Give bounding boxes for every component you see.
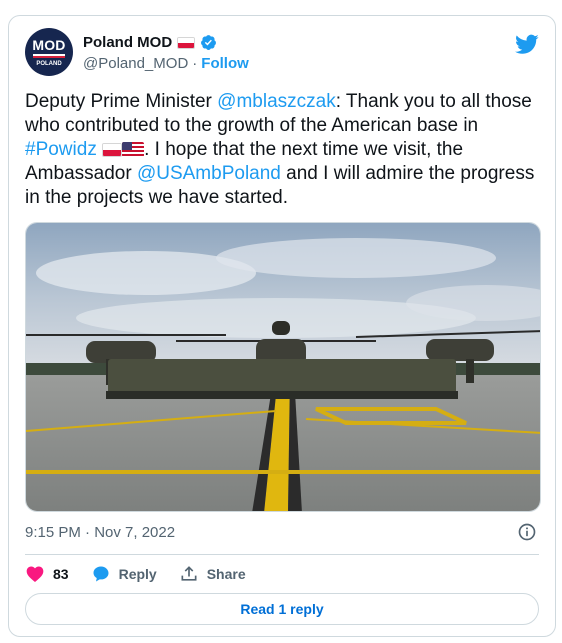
reply-button[interactable]: Reply — [91, 564, 157, 584]
like-count: 83 — [53, 566, 69, 582]
tweet-text: Deputy Prime Minister @mblaszczak: Thank… — [25, 90, 537, 210]
heart-icon — [26, 566, 44, 582]
share-upload-icon — [181, 566, 197, 581]
tweet-card: MOD POLAND Poland MOD @Poland_MOD · Foll… — [8, 15, 556, 637]
author-handle-row: @Poland_MOD · Follow — [83, 55, 249, 72]
hashtag-powidz-link[interactable]: #Powidz — [25, 139, 97, 160]
divider — [25, 554, 539, 555]
reply-label: Reply — [118, 566, 157, 582]
photo-helicopters-on-airfield — [26, 223, 540, 511]
info-icon[interactable] — [517, 522, 537, 542]
share-label: Share — [206, 566, 246, 582]
tweet-timestamp[interactable]: 9:15 PM · Nov 7, 2022 — [25, 524, 175, 541]
avatar[interactable]: MOD POLAND — [25, 28, 73, 76]
poland-flag-icon — [177, 36, 196, 49]
author-handle[interactable]: @Poland_MOD — [83, 55, 188, 72]
action-bar: 83 Reply Share — [25, 562, 268, 586]
share-button[interactable]: Share — [179, 564, 246, 584]
us-flag-emoji-icon — [122, 142, 145, 157]
follow-button[interactable]: Follow — [201, 55, 249, 72]
read-replies-button[interactable]: Read 1 reply — [25, 593, 539, 625]
author-display-name[interactable]: Poland MOD — [83, 34, 172, 51]
author-name-row: Poland MOD — [83, 34, 217, 51]
avatar-text: MOD — [32, 37, 66, 53]
twitter-bird-icon[interactable] — [515, 32, 539, 56]
like-button[interactable]: 83 — [25, 564, 69, 584]
tweet-text-part-1: Deputy Prime Minister — [25, 91, 218, 112]
verified-badge-icon — [201, 35, 217, 50]
avatar-stripe-red — [33, 56, 65, 58]
tweet-photo[interactable] — [25, 222, 541, 512]
handle-separator: · — [192, 55, 198, 72]
mention-usambpoland-link[interactable]: @USAmbPoland — [137, 163, 281, 184]
avatar-subtext: POLAND — [36, 61, 62, 67]
poland-flag-emoji-icon — [102, 143, 123, 157]
mention-mblaszczak-link[interactable]: @mblaszczak — [217, 91, 336, 112]
speech-bubble-icon — [93, 566, 109, 582]
